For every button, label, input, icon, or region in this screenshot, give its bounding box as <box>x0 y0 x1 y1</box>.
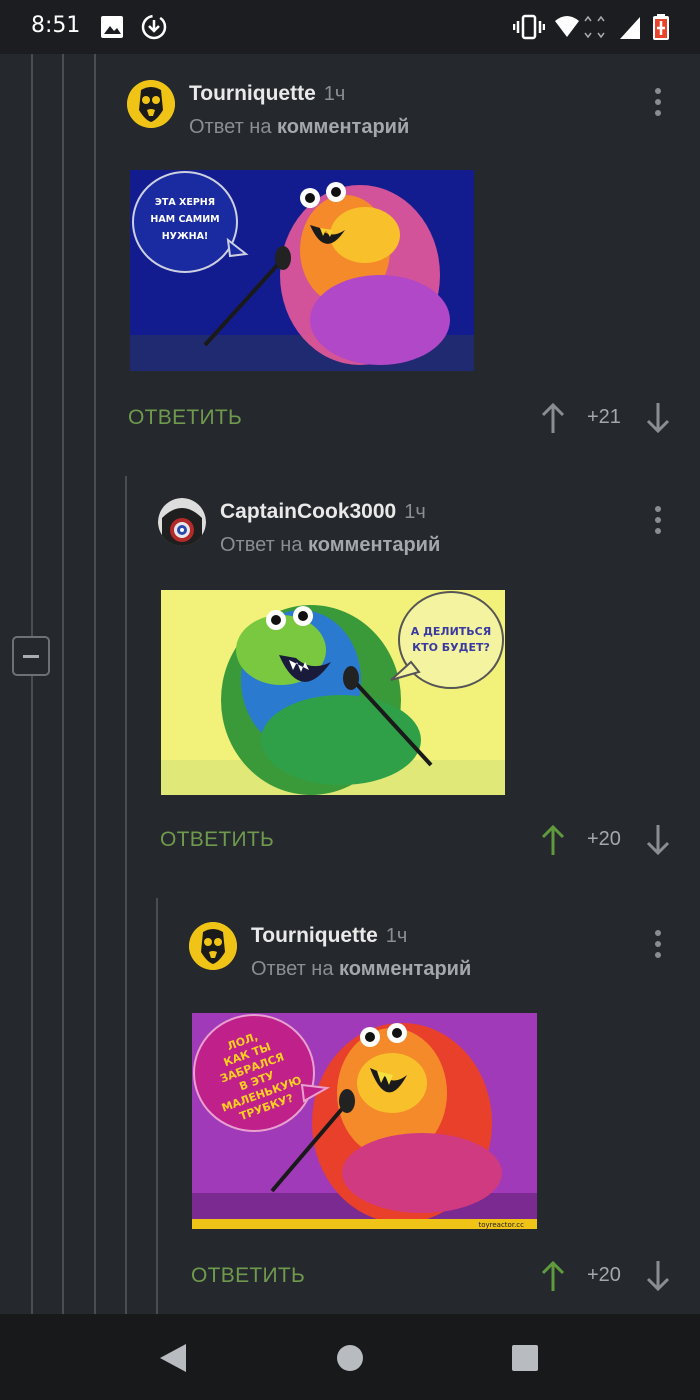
status-bar: 8:51 <box>0 0 700 54</box>
comment-time: 1ч <box>404 501 426 523</box>
avatar[interactable] <box>189 922 237 970</box>
comment: CaptainCook3000 1ч Ответ на комментарий А… <box>158 498 688 868</box>
home-icon[interactable] <box>336 1344 364 1372</box>
recents-icon[interactable] <box>511 1344 539 1372</box>
image-icon <box>101 16 123 38</box>
reply-to: Ответ на комментарий <box>220 534 441 556</box>
vote-count: +20 <box>587 828 621 850</box>
reply-target-link[interactable]: комментарий <box>277 116 409 138</box>
vote-count: +21 <box>587 406 621 428</box>
battery-charging-icon <box>653 14 669 40</box>
reply-to: Ответ на комментарий <box>189 116 410 138</box>
hazard-mask-icon <box>127 80 175 128</box>
image-caption-line: А ДЕЛИТЬСЯ <box>411 625 491 638</box>
comment-image[interactable]: ЭТА ХЕРНЯ НАМ САМИМ НУЖНА! <box>130 170 474 371</box>
image-caption-line: НУЖНА! <box>162 231 209 242</box>
upvote-arrow-icon[interactable] <box>540 1260 566 1292</box>
more-options-icon[interactable] <box>654 506 662 536</box>
vibrate-icon <box>513 14 545 40</box>
reply-target-link[interactable]: комментарий <box>308 534 440 556</box>
collapse-thread-button[interactable] <box>12 636 50 676</box>
comment-image[interactable]: А ДЕЛИТЬСЯ КТО БУДЕТ? <box>161 590 505 795</box>
image-caption-line: КТО БУДЕТ? <box>412 641 490 654</box>
image-caption-line: НАМ САМИМ <box>150 214 219 225</box>
downvote-arrow-icon[interactable] <box>645 402 671 434</box>
hazard-mask-icon <box>189 922 237 970</box>
download-icon <box>141 14 167 40</box>
vote-count: +20 <box>587 1264 621 1286</box>
upvote-arrow-icon[interactable] <box>540 824 566 856</box>
comment-author[interactable]: Tourniquette 1ч <box>251 924 407 948</box>
reply-button[interactable]: ОТВЕТИТЬ <box>191 1264 305 1288</box>
avatar[interactable] <box>158 498 206 546</box>
more-options-icon[interactable] <box>654 88 662 118</box>
image-caption-line: ЭТА ХЕРНЯ <box>155 197 215 208</box>
comment-image[interactable]: ЛОЛ, КАК ТЫ ЗАБРАЛСЯ В ЭТУ МАЛЕНЬКУЮ ТРУ… <box>192 1013 537 1229</box>
thread-line <box>94 54 96 1316</box>
reply-button[interactable]: ОТВЕТИТЬ <box>128 406 242 430</box>
downvote-arrow-icon[interactable] <box>645 1260 671 1292</box>
comment-time: 1ч <box>385 925 408 947</box>
thread-line <box>125 476 127 1316</box>
comment-author[interactable]: CaptainCook3000 1ч <box>220 500 426 524</box>
reply-target-link[interactable]: комментарий <box>339 958 471 980</box>
thread-line <box>31 54 33 1316</box>
comment: Tourniquette 1ч Ответ на комментарий ЛОЛ,… <box>189 922 689 1302</box>
reply-to: Ответ на комментарий <box>251 958 472 980</box>
comment-author[interactable]: Tourniquette 1ч <box>189 82 345 106</box>
comment-time: 1ч <box>323 83 346 105</box>
thread-line <box>156 898 158 1316</box>
back-icon[interactable] <box>158 1342 188 1374</box>
upvote-arrow-icon[interactable] <box>540 402 566 434</box>
image-watermark: toyreactor.cc <box>478 1221 524 1229</box>
captain-avatar-icon <box>158 498 206 546</box>
navigation-bar <box>0 1314 700 1400</box>
avatar[interactable] <box>127 80 175 128</box>
thread-line <box>62 54 64 1316</box>
comment: Tourniquette 1ч Ответ на комментарий ЭТА … <box>127 80 687 450</box>
downvote-arrow-icon[interactable] <box>645 824 671 856</box>
status-time: 8:51 <box>31 13 81 38</box>
reply-button[interactable]: ОТВЕТИТЬ <box>160 828 274 852</box>
signal-icon <box>597 15 640 39</box>
more-options-icon[interactable] <box>654 930 662 960</box>
